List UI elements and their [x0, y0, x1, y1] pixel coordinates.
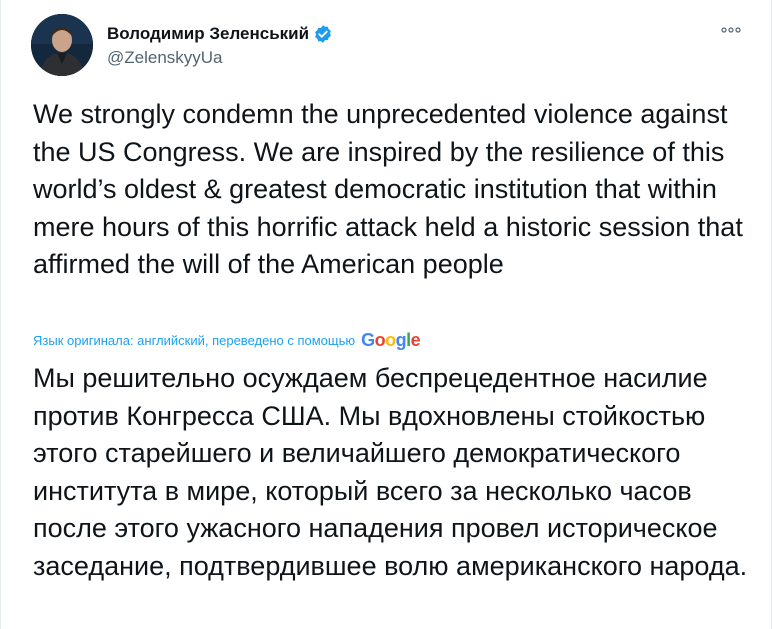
verified-badge-icon: [313, 24, 333, 44]
author-handle[interactable]: @ZelenskyyUa: [107, 48, 333, 68]
tweet-text: We strongly condemn the unprecedented vi…: [33, 99, 743, 279]
tweet-card: Володимир Зеленський @ZelenskyyUa We str…: [0, 0, 772, 629]
display-name[interactable]: Володимир Зеленський: [107, 24, 309, 44]
display-name-row: Володимир Зеленський: [107, 22, 333, 46]
avatar[interactable]: [31, 14, 93, 76]
more-options-icon[interactable]: [719, 20, 743, 40]
tweet-header: Володимир Зеленський @ZelenskyyUa: [31, 14, 751, 78]
translation-label[interactable]: Язык оригинала: английский, переведено с…: [33, 333, 355, 348]
translation-attribution[interactable]: Язык оригинала: английский, переведено с…: [33, 329, 421, 351]
translated-tweet-text: Мы решительно осуждаем беспрецедентное н…: [33, 363, 748, 581]
google-logo: Google: [361, 329, 421, 350]
author-names: Володимир Зеленський @ZelenskyyUa: [107, 22, 333, 68]
